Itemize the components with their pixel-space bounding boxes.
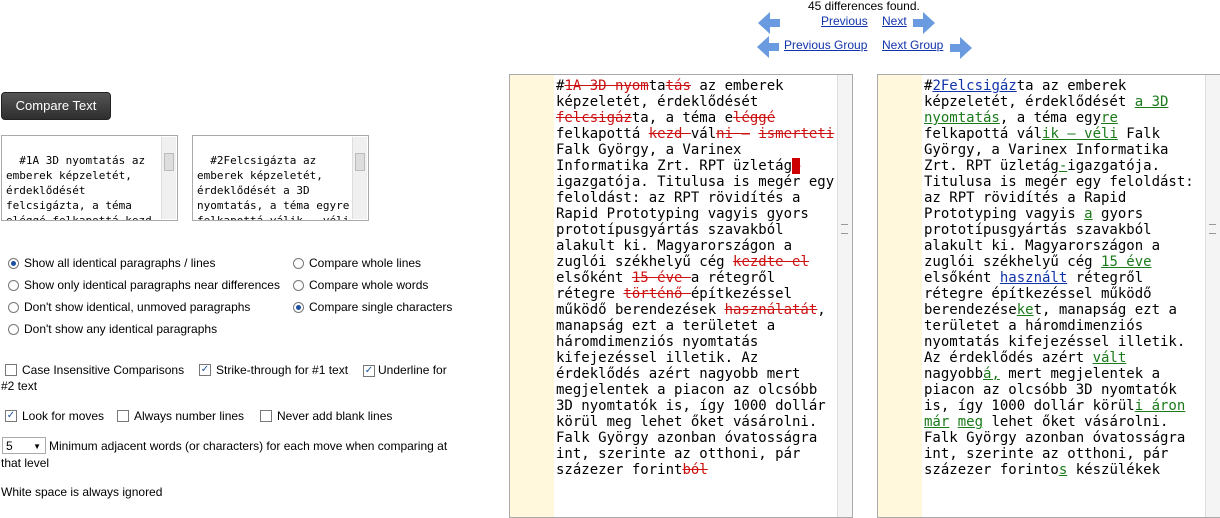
deleted-text: léggé bbox=[733, 110, 776, 126]
inserted-text: vált bbox=[1092, 350, 1127, 366]
underline-label: Underline for #2 text bbox=[1, 363, 447, 393]
text1-input[interactable]: #1A 3D nyomtatás az emberek képzeletét, … bbox=[1, 135, 178, 221]
deleted-text: ismerteti bbox=[758, 126, 835, 142]
right-diff-panel: #2Felcsigázta az emberek képzeletét, érd… bbox=[877, 74, 1220, 518]
diff-text: vál bbox=[690, 126, 717, 142]
right-diff-text: #2Felcsigázta az emberek képzeletét, érd… bbox=[924, 78, 1204, 478]
next-group-link[interactable]: Next Group bbox=[882, 38, 943, 52]
diff-text: , a téma egy bbox=[999, 110, 1102, 126]
text2-scrollbar[interactable] bbox=[352, 137, 367, 219]
next-group-arrow-icon[interactable] bbox=[950, 37, 972, 59]
deleted-text: ból bbox=[682, 462, 708, 478]
next-arrow-icon[interactable] bbox=[913, 12, 935, 34]
deleted-text: használatát bbox=[724, 302, 818, 318]
right-gutter bbox=[878, 75, 922, 517]
diff-text: Falk György, a Varinex Informatika Zrt. … bbox=[556, 142, 793, 174]
previous-group-link[interactable]: Previous Group bbox=[784, 38, 867, 52]
dont-show-any-option[interactable]: Don't show any identical paragraphs bbox=[8, 322, 217, 336]
moved-text: használt bbox=[999, 270, 1068, 286]
whole-lines-radio[interactable] bbox=[293, 257, 304, 269]
previous-arrow-icon[interactable] bbox=[758, 12, 780, 34]
previous-link[interactable]: Previous bbox=[821, 14, 868, 28]
never-blank-checkbox[interactable] bbox=[260, 410, 272, 422]
deleted-text: történő bbox=[623, 286, 691, 302]
inserted-text: á, bbox=[983, 366, 1000, 382]
diff-text: felkapottá vál bbox=[924, 126, 1043, 142]
never-blank-option[interactable]: Never add blank lines bbox=[260, 409, 392, 423]
cursor-mark: – bbox=[792, 158, 801, 174]
moved-text: 2Felcsigáz bbox=[932, 78, 1017, 94]
deleted-text: kezdte el bbox=[733, 254, 809, 270]
deleted-text: felcsigáz bbox=[556, 110, 632, 126]
show-all-radio[interactable] bbox=[8, 257, 19, 269]
single-chars-option[interactable]: Compare single characters bbox=[293, 300, 452, 314]
text2-content: #2Felcsigázta az emberek képzeletét, érd… bbox=[197, 154, 350, 221]
diff-text: nagyobb bbox=[924, 366, 984, 382]
inserted-text: ke bbox=[1016, 302, 1034, 318]
deleted-text: tás bbox=[665, 78, 691, 94]
always-number-checkbox[interactable] bbox=[117, 410, 129, 422]
text1-scrollbar[interactable] bbox=[161, 137, 176, 219]
diff-text: készülékek bbox=[1067, 462, 1161, 478]
deleted-text: 15 éve bbox=[631, 270, 691, 286]
inserted-text: 15 éve bbox=[1101, 254, 1152, 270]
deleted-text: 1A 3D nyom bbox=[564, 78, 649, 94]
look-moves-checkbox[interactable]: ✓ bbox=[5, 410, 17, 422]
always-number-option[interactable]: Always number lines bbox=[117, 409, 244, 423]
inserted-text: ik – véli bbox=[1042, 126, 1118, 142]
left-diff-panel: #1A 3D nyomtatás az emberek képzeletét, … bbox=[509, 74, 853, 518]
whole-words-option[interactable]: Compare whole words bbox=[293, 278, 428, 292]
whole-words-radio[interactable] bbox=[293, 279, 304, 291]
show-near-radio[interactable] bbox=[8, 279, 19, 291]
whole-lines-option[interactable]: Compare whole lines bbox=[293, 256, 421, 270]
inserted-text: meg bbox=[957, 414, 984, 430]
diff-text: ta, a téma e bbox=[631, 110, 734, 126]
compare-text-button[interactable]: Compare Text bbox=[1, 92, 111, 120]
text2-input[interactable]: #2Felcsigázta az emberek képzeletét, érd… bbox=[192, 135, 369, 221]
text1-content: #1A 3D nyomtatás az emberek képzeletét, … bbox=[6, 154, 152, 221]
whitespace-note: White space is always ignored bbox=[1, 485, 163, 499]
diff-text: ta bbox=[648, 78, 666, 94]
look-moves-option[interactable]: ✓ Look for moves bbox=[5, 409, 104, 423]
next-link[interactable]: Next bbox=[882, 14, 907, 28]
diff-text: elsőként bbox=[924, 270, 1000, 286]
min-adjacent-label: Minimum adjacent words (or characters) f… bbox=[1, 439, 448, 470]
previous-group-arrow-icon[interactable] bbox=[757, 36, 779, 58]
right-scrollbar[interactable] bbox=[1205, 75, 1220, 517]
single-chars-radio[interactable] bbox=[293, 301, 304, 313]
differences-count: 45 differences found. bbox=[808, 0, 920, 13]
left-scrollbar[interactable] bbox=[837, 75, 852, 517]
show-near-option[interactable]: Show only identical paragraphs near diff… bbox=[8, 278, 280, 292]
diff-text: , manapság ezt a területet a háromdimenz… bbox=[556, 302, 826, 478]
dont-show-any-radio[interactable] bbox=[8, 323, 19, 335]
deleted-text: ni – bbox=[716, 126, 750, 142]
left-diff-text: #1A 3D nyomtatás az emberek képzeletét, … bbox=[556, 78, 836, 478]
inserted-text: a bbox=[1084, 206, 1093, 222]
diff-text: felkapottá bbox=[556, 126, 649, 142]
diff-text bbox=[949, 414, 957, 430]
diff-text: elsőként bbox=[556, 270, 632, 286]
dont-show-unmoved-radio[interactable] bbox=[8, 301, 19, 313]
dont-show-unmoved-option[interactable]: Don't show identical, unmoved paragraphs bbox=[8, 300, 250, 314]
inserted-text: re bbox=[1101, 110, 1118, 126]
show-all-option[interactable]: Show all identical paragraphs / lines bbox=[8, 256, 215, 270]
deleted-text: kezd bbox=[648, 126, 691, 142]
left-gutter bbox=[510, 75, 554, 517]
